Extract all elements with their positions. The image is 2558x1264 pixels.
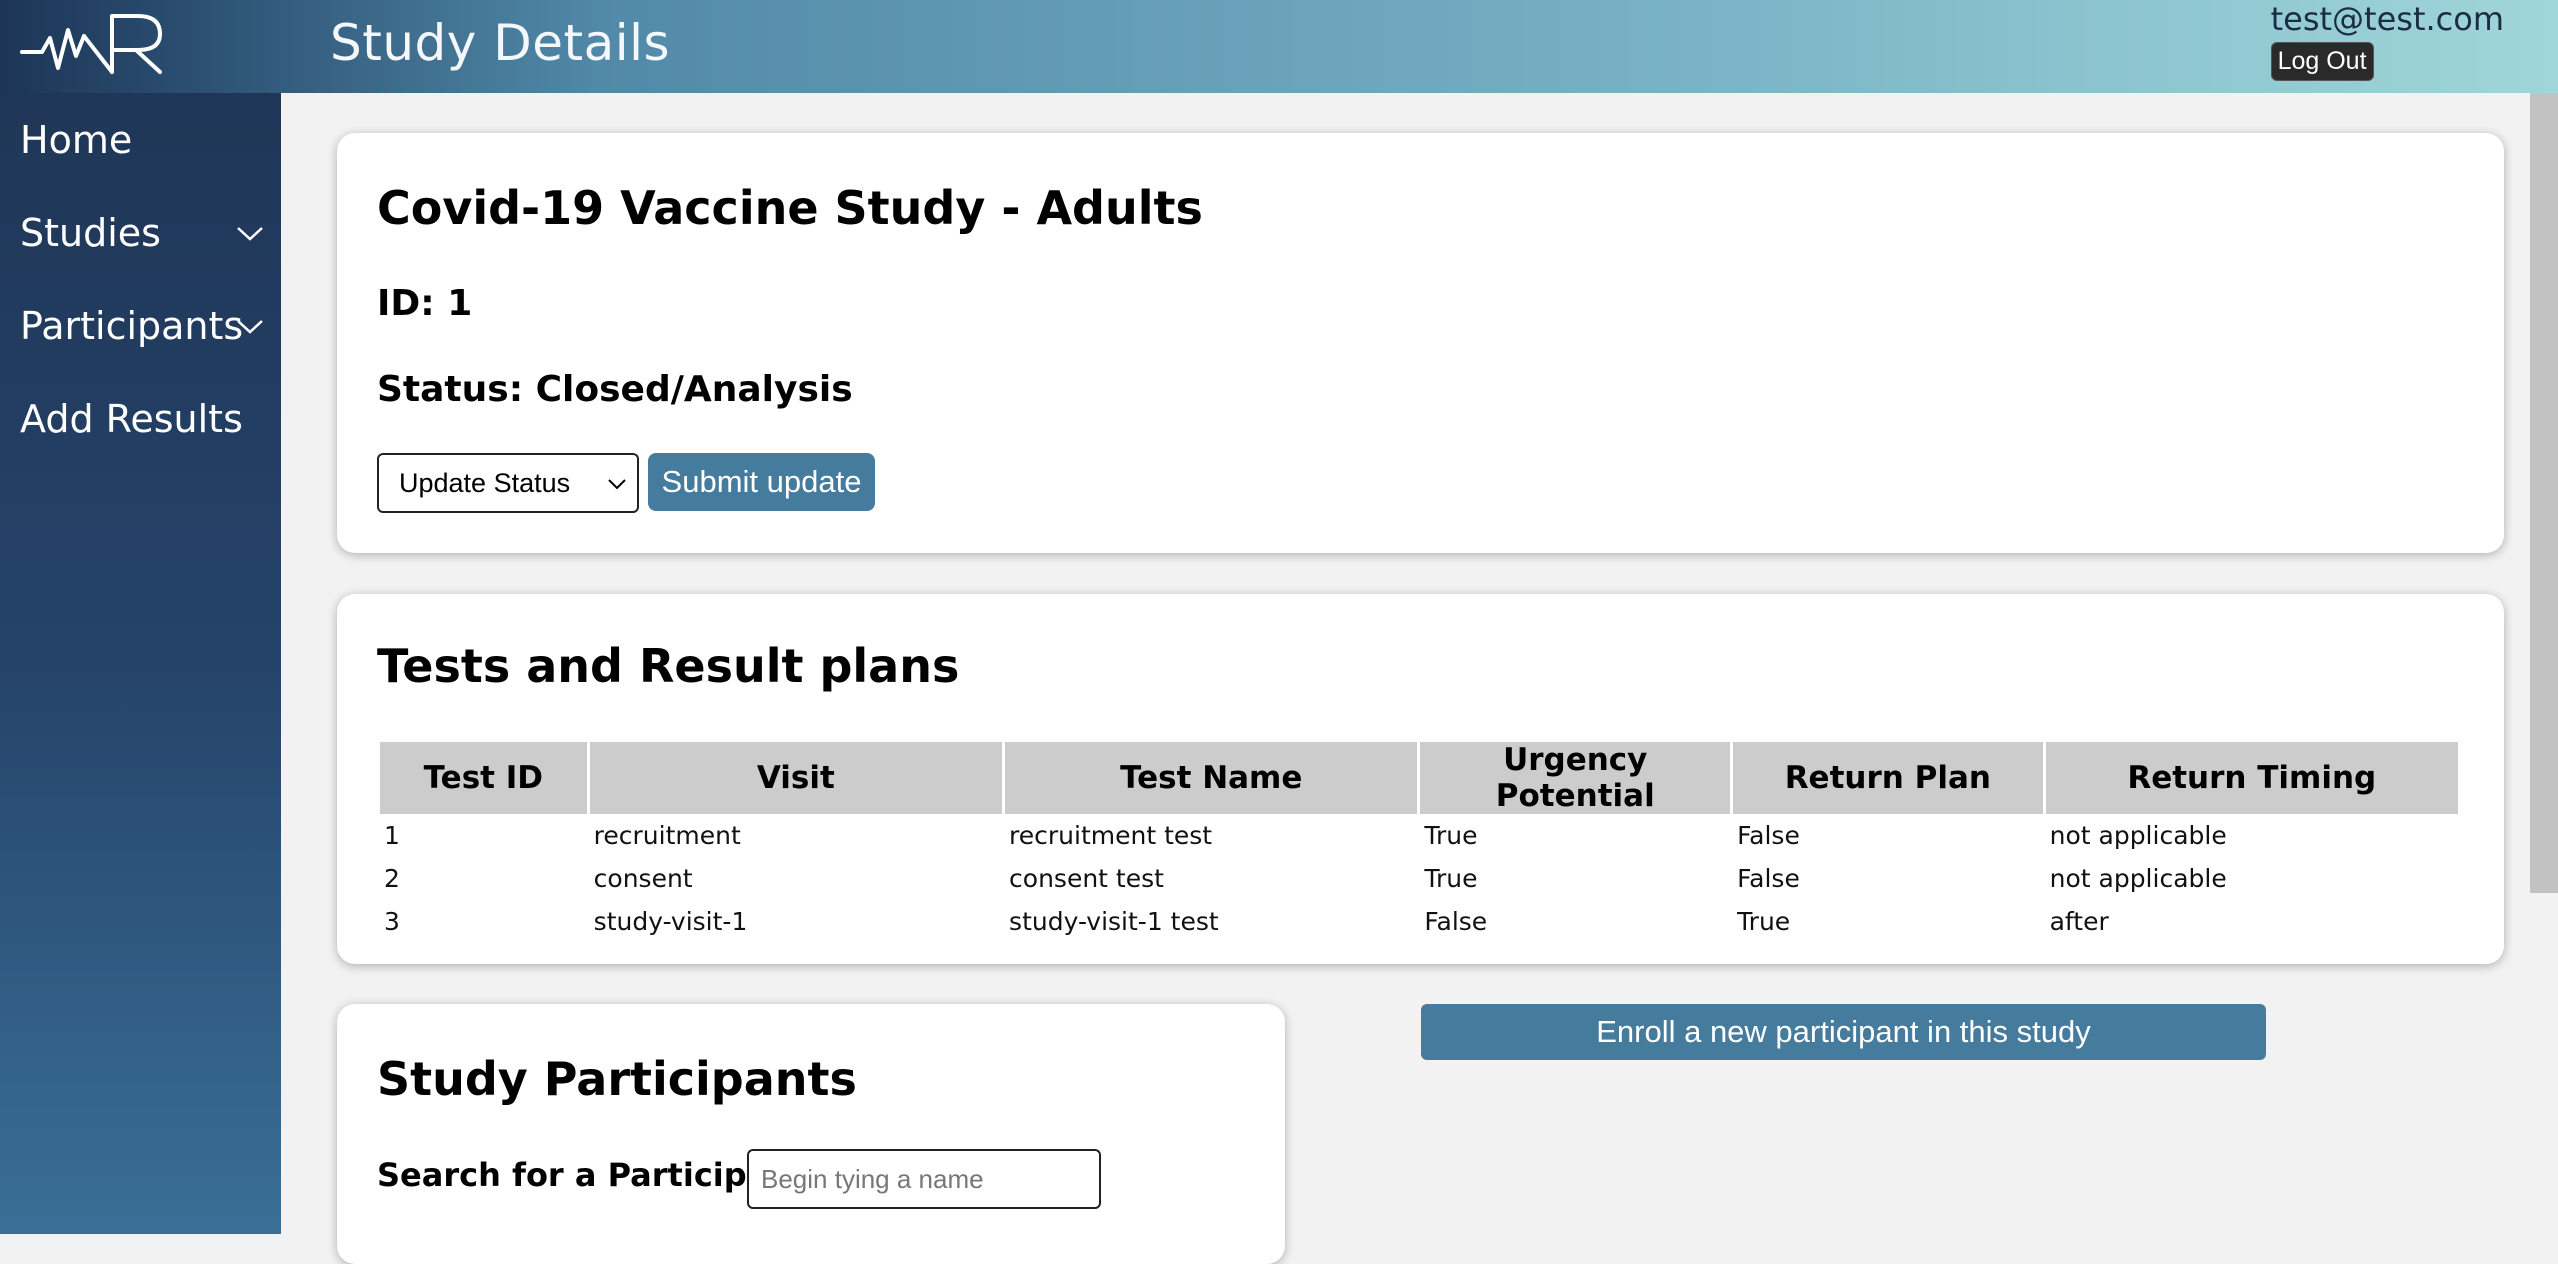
cell-test-id: 1 xyxy=(384,821,400,850)
column-header-return-plan: Return Plan xyxy=(1733,742,2043,814)
user-email: test@test.com xyxy=(2270,0,2504,38)
column-header-urgency-potential: Urgency Potential xyxy=(1420,742,1731,814)
cell-test-id: 3 xyxy=(384,907,400,936)
cell-urgency-potential: True xyxy=(1424,864,1478,893)
sidebar-item-label: Add Results xyxy=(20,396,243,441)
enroll-participant-button[interactable]: Enroll a new participant in this study xyxy=(1421,1004,2266,1060)
cell-return-timing: not applicable xyxy=(2049,821,2227,850)
sidebar-item-label: Home xyxy=(20,117,133,162)
sidebar-item-label: Studies xyxy=(20,210,161,255)
column-header-test-id: Test ID xyxy=(380,742,587,814)
sidebar-item-add-results[interactable]: Add Results xyxy=(0,372,281,465)
app-logo-icon[interactable] xyxy=(20,8,165,78)
update-status-select-value: Update Status xyxy=(399,467,571,498)
column-header-test-name: Test Name xyxy=(1005,742,1418,814)
tests-title: Tests and Result plans xyxy=(377,639,960,693)
cell-return-timing: not applicable xyxy=(2049,864,2227,893)
cell-return-plan: True xyxy=(1737,907,1791,936)
study-info-card: Covid-19 Vaccine Study - Adults ID: 1 St… xyxy=(337,133,2504,553)
update-status-select[interactable]: Update Status xyxy=(377,453,639,513)
table-row: 3 study-visit-1 study-visit-1 test False… xyxy=(380,900,2458,943)
study-status: Status: Closed/Analysis xyxy=(377,369,853,410)
cell-test-name: recruitment test xyxy=(1009,821,1213,850)
table-row: 2 consent consent test True False not ap… xyxy=(380,857,2458,900)
study-title: Covid-19 Vaccine Study - Adults xyxy=(377,181,1203,235)
cell-visit: study-visit-1 xyxy=(593,907,748,936)
cell-return-timing: after xyxy=(2049,907,2109,936)
cell-test-name: consent test xyxy=(1009,864,1164,893)
tests-table: Test ID Visit Test Name Urgency Potentia… xyxy=(377,742,2461,943)
sidebar-item-studies[interactable]: Studies xyxy=(0,186,281,279)
scrollbar-thumb[interactable] xyxy=(2530,93,2558,893)
user-area: test@test.com Log Out xyxy=(2270,0,2504,81)
submit-update-button[interactable]: Submit update xyxy=(648,453,875,511)
page-title: Study Details xyxy=(330,14,671,72)
sidebar-item-home[interactable]: Home xyxy=(0,93,281,186)
participants-title: Study Participants xyxy=(377,1052,857,1106)
sidebar-item-participants[interactable]: Participants xyxy=(0,279,281,372)
sidebar: Home Studies Participants Add Results xyxy=(0,93,281,1234)
sidebar-item-label: Participants xyxy=(20,303,244,348)
cell-urgency-potential: True xyxy=(1424,821,1478,850)
participant-search-input[interactable] xyxy=(747,1149,1101,1209)
participants-card: Study Participants Search for a Particip… xyxy=(337,1004,1285,1264)
chevron-down-icon[interactable] xyxy=(235,316,265,336)
logout-button[interactable]: Log Out xyxy=(2270,42,2374,81)
cell-visit: recruitment xyxy=(593,821,741,850)
cell-visit: consent xyxy=(593,864,693,893)
cell-test-name: study-visit-1 test xyxy=(1009,907,1219,936)
top-header: Study Details test@test.com Log Out xyxy=(0,0,2558,93)
chevron-down-icon xyxy=(608,479,626,490)
cell-urgency-potential: False xyxy=(1424,907,1488,936)
table-row: 1 recruitment recruitment test True Fals… xyxy=(380,814,2458,857)
column-header-visit: Visit xyxy=(589,742,1003,814)
study-id: ID: 1 xyxy=(377,283,473,324)
cell-return-plan: False xyxy=(1737,821,1800,850)
tests-card: Tests and Result plans Test ID Visit Tes… xyxy=(337,594,2504,964)
table-header-row: Test ID Visit Test Name Urgency Potentia… xyxy=(380,742,2458,814)
column-header-return-timing: Return Timing xyxy=(2045,742,2458,814)
cell-return-plan: False xyxy=(1737,864,1800,893)
cell-test-id: 2 xyxy=(384,864,400,893)
chevron-down-icon[interactable] xyxy=(235,223,265,243)
